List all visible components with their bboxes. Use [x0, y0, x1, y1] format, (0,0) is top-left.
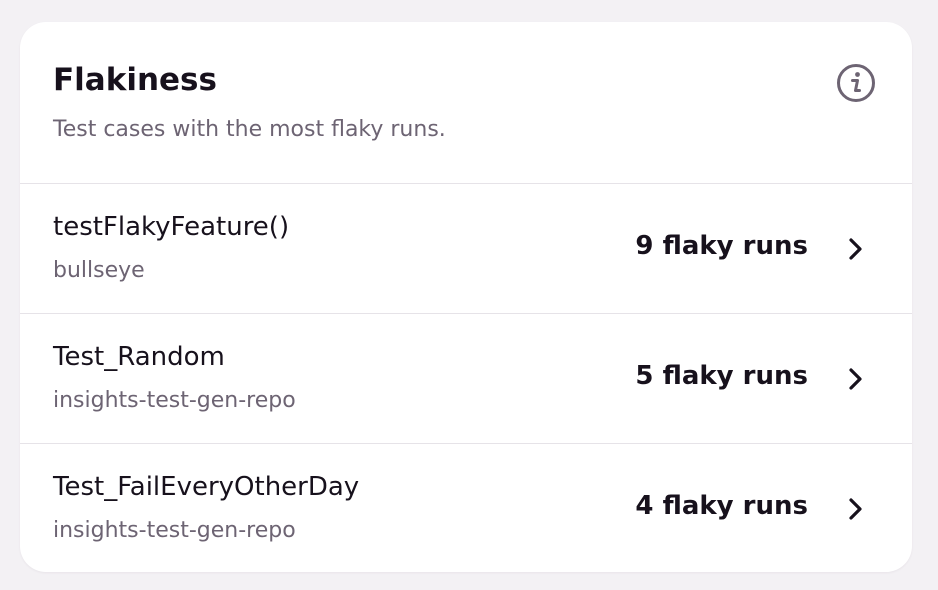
chevron-right-icon[interactable]	[844, 365, 868, 393]
test-name: testFlakyFeature()	[53, 212, 290, 242]
test-row-2[interactable]: Test_FailEveryOtherDay insights-test-gen…	[20, 444, 912, 572]
flaky-run-count: 9 flaky runs	[635, 231, 808, 261]
flaky-run-count: 4 flaky runs	[635, 491, 808, 521]
card-title: Flakiness	[53, 62, 217, 98]
repo-name: bullseye	[53, 258, 145, 283]
test-row-0[interactable]: testFlakyFeature() bullseye 9 flaky runs	[20, 184, 912, 314]
flaky-run-count: 5 flaky runs	[635, 361, 808, 391]
repo-name: insights-test-gen-repo	[53, 388, 296, 413]
test-row-1[interactable]: Test_Random insights-test-gen-repo 5 fla…	[20, 314, 912, 444]
flakiness-card: Flakiness Test cases with the most flaky…	[20, 22, 912, 572]
chevron-right-icon[interactable]	[844, 235, 868, 263]
test-name: Test_Random	[53, 342, 225, 372]
test-name: Test_FailEveryOtherDay	[53, 472, 360, 502]
repo-name: insights-test-gen-repo	[53, 518, 296, 543]
card-subtitle: Test cases with the most flaky runs.	[53, 117, 446, 142]
card-header: Flakiness Test cases with the most flaky…	[20, 22, 912, 184]
info-icon[interactable]	[836, 63, 876, 103]
chevron-right-icon[interactable]	[844, 495, 868, 523]
